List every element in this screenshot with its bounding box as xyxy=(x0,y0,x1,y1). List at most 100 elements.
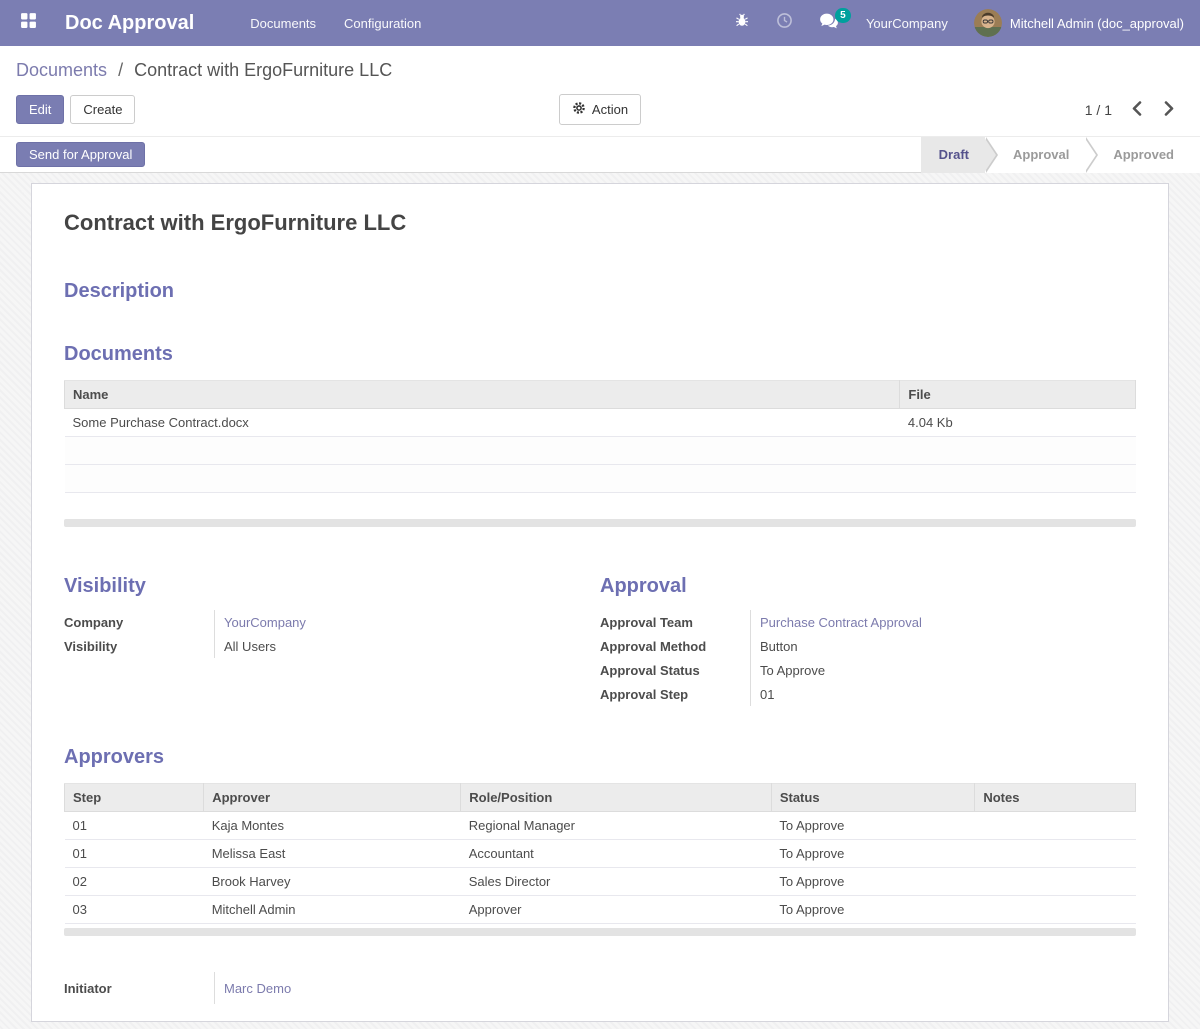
approver-name-cell[interactable]: Melissa East xyxy=(204,840,461,868)
document-file-cell[interactable]: 4.04 Kb xyxy=(900,409,1136,437)
control-panel: Edit Create Action 1 / 1 xyxy=(0,87,1200,136)
menu-configuration[interactable]: Configuration xyxy=(330,0,435,46)
field-approval-method: Approval Method Button xyxy=(600,634,1136,658)
approver-status-cell[interactable]: To Approve xyxy=(771,896,974,924)
document-row[interactable]: Some Purchase Contract.docx 4.04 Kb xyxy=(65,409,1136,437)
breadcrumb: Documents / Contract with ErgoFurniture … xyxy=(0,46,1200,87)
menu-documents[interactable]: Documents xyxy=(236,0,330,46)
description-body xyxy=(64,303,1136,343)
activities-button[interactable] xyxy=(763,0,806,46)
navbar-left: Doc Approval Documents Configuration xyxy=(8,0,435,46)
approver-role-cell[interactable]: Regional Manager xyxy=(461,812,772,840)
approver-row[interactable]: 02 Brook Harvey Sales Director To Approv… xyxy=(65,868,1136,896)
field-approval-status-label: Approval Status xyxy=(600,663,750,678)
field-initiator-label: Initiator xyxy=(64,981,214,996)
approver-notes-cell[interactable] xyxy=(975,812,1136,840)
approvers-col-approver[interactable]: Approver xyxy=(204,784,461,812)
debug-menu-button[interactable] xyxy=(721,0,763,46)
approver-row[interactable]: 01 Kaja Montes Regional Manager To Appro… xyxy=(65,812,1136,840)
pager: 1 / 1 xyxy=(1085,99,1184,121)
send-for-approval-button[interactable]: Send for Approval xyxy=(16,142,145,167)
field-approval-team-label: Approval Team xyxy=(600,615,750,630)
doc-approval-app: Doc Approval Documents Configuration 5 xyxy=(0,0,1200,1029)
approver-name-cell[interactable]: Brook Harvey xyxy=(204,868,461,896)
approver-step-cell[interactable]: 02 xyxy=(65,868,204,896)
approver-status-cell[interactable]: To Approve xyxy=(771,812,974,840)
approver-status-cell[interactable]: To Approve xyxy=(771,840,974,868)
navbar-systray: 5 YourCompany Mitchell Admin (doc_approv… xyxy=(721,0,1188,46)
create-button[interactable]: Create xyxy=(70,95,135,124)
approver-step-cell[interactable]: 03 xyxy=(65,896,204,924)
approver-role-cell[interactable]: Accountant xyxy=(461,840,772,868)
field-initiator: Initiator Marc Demo xyxy=(64,972,1136,1004)
bug-icon xyxy=(734,12,750,34)
field-visibility: Visibility All Users xyxy=(64,634,600,658)
field-approval-status-value: To Approve xyxy=(750,658,825,682)
field-approval-team-value[interactable]: Purchase Contract Approval xyxy=(750,610,922,634)
visibility-group: Visibility Company YourCompany Visibilit… xyxy=(64,575,600,706)
approver-notes-cell[interactable] xyxy=(975,868,1136,896)
breadcrumb-current: Contract with ErgoFurniture LLC xyxy=(134,60,392,80)
status-step-approval[interactable]: Approval xyxy=(985,137,1085,173)
document-name-cell[interactable]: Some Purchase Contract.docx xyxy=(65,409,900,437)
field-company-value[interactable]: YourCompany xyxy=(214,610,306,634)
field-company: Company YourCompany xyxy=(64,610,600,634)
approver-role-cell[interactable]: Approver xyxy=(461,896,772,924)
documents-table-scrollbar[interactable] xyxy=(64,519,1136,527)
approver-row[interactable]: 01 Melissa East Accountant To Approve xyxy=(65,840,1136,868)
app-brand[interactable]: Doc Approval xyxy=(49,12,206,35)
approver-notes-cell[interactable] xyxy=(975,896,1136,924)
approvers-col-role[interactable]: Role/Position xyxy=(461,784,772,812)
breadcrumb-documents[interactable]: Documents xyxy=(16,60,107,80)
approver-name-cell[interactable]: Kaja Montes xyxy=(204,812,461,840)
status-step-draft[interactable]: Draft xyxy=(921,137,985,173)
documents-col-name[interactable]: Name xyxy=(65,381,900,409)
user-name: Mitchell Admin (doc_approval) xyxy=(1010,16,1184,31)
field-approval-team: Approval Team Purchase Contract Approval xyxy=(600,610,1136,634)
approvers-col-notes[interactable]: Notes xyxy=(975,784,1136,812)
empty-row xyxy=(65,437,1136,465)
documents-heading: Documents xyxy=(64,343,1136,366)
pager-previous-button[interactable] xyxy=(1130,99,1144,121)
field-visibility-value: All Users xyxy=(214,634,276,658)
field-approval-method-label: Approval Method xyxy=(600,639,750,654)
messages-count-badge: 5 xyxy=(835,8,851,23)
field-approval-status: Approval Status To Approve xyxy=(600,658,1136,682)
action-button[interactable]: Action xyxy=(559,94,641,125)
documents-table: Name File Some Purchase Contract.docx 4.… xyxy=(64,380,1136,493)
approver-row[interactable]: 03 Mitchell Admin Approver To Approve xyxy=(65,896,1136,924)
approval-heading: Approval xyxy=(600,575,1136,598)
status-step-approved[interactable]: Approved xyxy=(1085,137,1200,173)
approver-notes-cell[interactable] xyxy=(975,840,1136,868)
visibility-heading: Visibility xyxy=(64,575,600,598)
messages-button[interactable]: 5 xyxy=(806,0,852,46)
field-approval-step: Approval Step 01 xyxy=(600,682,1136,706)
approvers-col-status[interactable]: Status xyxy=(771,784,974,812)
gear-icon xyxy=(572,101,586,118)
approver-status-cell[interactable]: To Approve xyxy=(771,868,974,896)
user-menu[interactable]: Mitchell Admin (doc_approval) xyxy=(962,0,1188,46)
field-company-label: Company xyxy=(64,615,214,630)
field-approval-method-value: Button xyxy=(750,634,798,658)
edit-button[interactable]: Edit xyxy=(16,95,64,124)
approver-name-cell[interactable]: Mitchell Admin xyxy=(204,896,461,924)
pager-next-button[interactable] xyxy=(1162,99,1176,121)
action-button-label: Action xyxy=(592,102,628,117)
documents-col-file[interactable]: File xyxy=(900,381,1136,409)
record-title: Contract with ErgoFurniture LLC xyxy=(64,210,1136,236)
apps-grid-icon xyxy=(20,12,37,34)
approval-group: Approval Approval Team Purchase Contract… xyxy=(600,575,1136,706)
chevron-left-icon xyxy=(1132,101,1142,119)
approvers-table-scrollbar[interactable] xyxy=(64,928,1136,936)
approver-step-cell[interactable]: 01 xyxy=(65,840,204,868)
company-switcher[interactable]: YourCompany xyxy=(852,0,962,46)
breadcrumb-separator: / xyxy=(118,60,123,80)
approvers-col-step[interactable]: Step xyxy=(65,784,204,812)
field-initiator-value[interactable]: Marc Demo xyxy=(214,972,291,1004)
approver-step-cell[interactable]: 01 xyxy=(65,812,204,840)
approvers-table: Step Approver Role/Position Status Notes… xyxy=(64,783,1136,924)
description-heading: Description xyxy=(64,280,1136,303)
apps-menu-button[interactable] xyxy=(8,12,49,34)
avatar xyxy=(974,9,1002,37)
approver-role-cell[interactable]: Sales Director xyxy=(461,868,772,896)
